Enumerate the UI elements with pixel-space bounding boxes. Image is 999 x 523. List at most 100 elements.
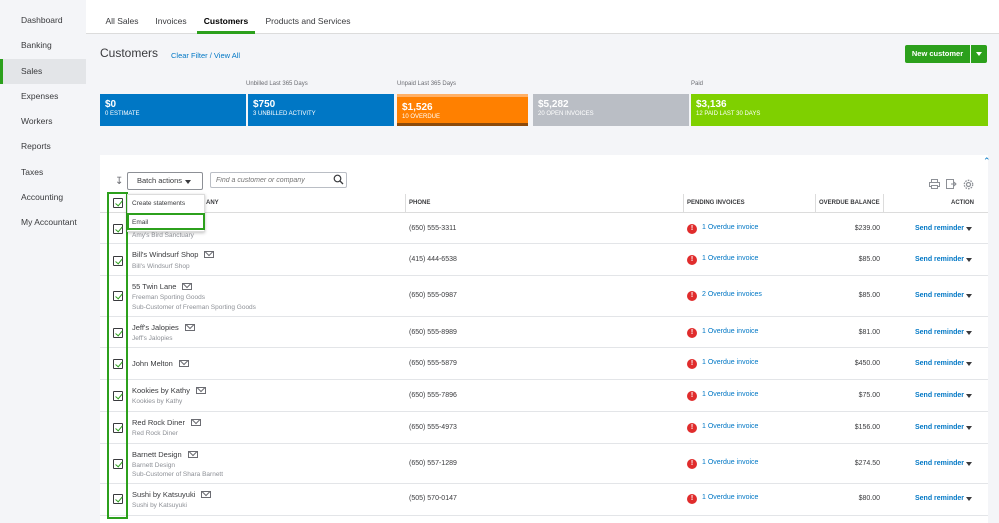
sidebar-item-expenses[interactable]: Expenses <box>0 84 86 109</box>
email-icon[interactable] <box>178 359 189 367</box>
column-header-customer-company[interactable]: ANY <box>206 200 219 206</box>
sidebar-item-sales[interactable]: Sales <box>0 58 86 84</box>
overdue-invoice-link[interactable]: 1 Overdue invoice <box>702 255 758 262</box>
caret-down-icon[interactable] <box>966 227 972 231</box>
money-bar-unbilled[interactable]: $750 3 UNBILLED ACTIVITY <box>248 94 394 126</box>
checkbox-column-highlight <box>107 192 128 519</box>
table-row[interactable]: Barnett Design Barnett Design Sub-Custom… <box>100 444 988 484</box>
table-header: ANY PHONE PENDING INVOICES OVERDUE BALAN… <box>100 194 988 213</box>
sidebar-item-workers[interactable]: Workers <box>0 109 86 134</box>
caret-down-icon[interactable] <box>966 394 972 398</box>
email-icon[interactable] <box>182 282 193 290</box>
overdue-balance: $450.00 <box>854 360 880 367</box>
overdue-invoice-link[interactable]: 1 Overdue invoice <box>702 494 758 501</box>
sidebar-item-reports[interactable]: Reports <box>0 134 86 159</box>
email-icon[interactable] <box>187 450 198 458</box>
phone-number: (650) 555-8989 <box>409 329 457 336</box>
batch-actions-button[interactable]: Batch actions <box>127 172 203 190</box>
tab-products-services[interactable]: Products and Services <box>258 0 358 34</box>
column-header-phone[interactable]: PHONE <box>409 200 430 206</box>
overdue-invoice-link[interactable]: 1 Overdue invoice <box>702 423 758 430</box>
column-divider <box>815 194 816 213</box>
caret-down-icon[interactable] <box>966 294 972 298</box>
column-header-overdue-balance[interactable]: OVERDUE BALANCE <box>819 200 880 206</box>
search-icon[interactable] <box>333 174 344 185</box>
new-customer-dropdown-button[interactable] <box>971 45 987 63</box>
send-reminder-button[interactable]: Send reminder <box>915 292 964 299</box>
send-reminder-button[interactable]: Send reminder <box>915 424 964 431</box>
table-row[interactable]: Jeff's Jalopies Jeff's Jalopies (650) 55… <box>100 317 988 348</box>
money-bar-open-invoices[interactable]: $5,282 20 OPEN INVOICES <box>533 94 689 126</box>
sort-arrow-icon[interactable]: ↧ <box>115 176 123 187</box>
email-icon[interactable] <box>204 250 215 258</box>
overdue-invoice-link[interactable]: 2 Overdue invoices <box>702 291 762 298</box>
menu-item-create-statements[interactable]: Create statements <box>132 200 185 207</box>
sidebar-item-taxes[interactable]: Taxes <box>0 160 86 185</box>
phone-number: (415) 444-6538 <box>409 256 457 263</box>
caret-down-icon[interactable] <box>966 462 972 466</box>
unbilled-activity-label: 3 UNBILLED ACTIVITY <box>253 111 316 117</box>
table-row[interactable]: Kookies by Kathy Kookies by Kathy (650) … <box>100 380 988 412</box>
customer-name: Sushi by Katsuyuki <box>132 490 212 499</box>
sidebar-item-accounting[interactable]: Accounting <box>0 185 86 210</box>
tab-invoices[interactable]: Invoices <box>148 0 194 34</box>
table-row[interactable]: Sushi by Katsuyuki Sushi by Katsuyuki (5… <box>100 484 988 516</box>
tab-all-sales[interactable]: All Sales <box>100 0 144 34</box>
paid-label: Paid <box>691 81 704 87</box>
clear-filter-link[interactable]: Clear Filter / View All <box>171 51 240 60</box>
email-icon[interactable] <box>195 386 206 394</box>
email-icon[interactable] <box>184 323 195 331</box>
overdue-balance: $85.00 <box>858 256 880 263</box>
email-icon[interactable] <box>190 418 201 426</box>
phone-number: (650) 555-5879 <box>409 360 457 367</box>
estimate-label: 0 ESTIMATE <box>105 111 140 117</box>
column-divider <box>405 194 406 213</box>
overdue-invoice-link[interactable]: 1 Overdue invoice <box>702 328 758 335</box>
table-row[interactable]: 55 Twin Lane Freeman Sporting Goods Sub-… <box>100 276 988 317</box>
overdue-invoice-link[interactable]: 1 Overdue invoice <box>702 391 758 398</box>
send-reminder-button[interactable]: Send reminder <box>915 225 964 232</box>
table-row[interactable]: Red Rock Diner Red Rock Diner (650) 555-… <box>100 412 988 444</box>
sidebar-item-dashboard[interactable]: Dashboard <box>0 8 86 33</box>
company-name: Barnett Design <box>132 462 175 469</box>
money-bar-paid[interactable]: $3,136 12 PAID LAST 30 DAYS <box>691 94 988 126</box>
sidebar-item-banking[interactable]: Banking <box>0 33 86 58</box>
email-icon[interactable] <box>201 490 212 498</box>
send-reminder-button[interactable]: Send reminder <box>915 360 964 367</box>
tab-customers[interactable]: Customers <box>197 0 255 34</box>
customer-name: John Melton <box>132 359 189 368</box>
column-divider <box>883 194 884 213</box>
table-row[interactable]: Amy's Bird Sanctuary (650) 555-3311 ! 1 … <box>100 213 988 244</box>
send-reminder-button[interactable]: Send reminder <box>915 392 964 399</box>
overdue-invoice-link[interactable]: 1 Overdue invoice <box>702 359 758 366</box>
gear-icon[interactable] <box>963 179 974 190</box>
table-row[interactable]: Bill's Windsurf Shop Bill's Windsurf Sho… <box>100 244 988 276</box>
send-reminder-button[interactable]: Send reminder <box>915 495 964 502</box>
chevron-up-icon[interactable]: ⌃ <box>983 156 991 167</box>
print-icon[interactable] <box>929 179 940 189</box>
new-customer-button[interactable]: New customer <box>905 45 970 63</box>
send-reminder-button[interactable]: Send reminder <box>915 460 964 467</box>
sub-customer-note: Sub-Customer of Shara Barnett <box>132 471 224 478</box>
company-name: Red Rock Diner <box>132 430 178 437</box>
column-header-pending-invoices[interactable]: PENDING INVOICES <box>687 200 745 206</box>
sidebar-item-my-accountant[interactable]: My Accountant <box>0 210 86 235</box>
money-bar-overdue[interactable]: $1,526 10 OVERDUE <box>397 94 528 126</box>
alert-icon: ! <box>687 255 697 265</box>
caret-down-icon[interactable] <box>966 362 972 366</box>
overdue-invoice-link[interactable]: 1 Overdue invoice <box>702 459 758 466</box>
caret-down-icon[interactable] <box>966 331 972 335</box>
caret-down-icon[interactable] <box>966 497 972 501</box>
send-reminder-button[interactable]: Send reminder <box>915 329 964 336</box>
caret-down-icon[interactable] <box>966 426 972 430</box>
phone-number: (650) 557-1289 <box>409 460 457 467</box>
send-reminder-button[interactable]: Send reminder <box>915 256 964 263</box>
alert-icon: ! <box>687 423 697 433</box>
open-invoices-label: 20 OPEN INVOICES <box>538 111 594 117</box>
money-bar-estimate[interactable]: $0 0 ESTIMATE <box>100 94 246 126</box>
overdue-invoice-link[interactable]: 1 Overdue invoice <box>702 224 758 231</box>
caret-down-icon[interactable] <box>966 258 972 262</box>
table-row[interactable]: John Melton (650) 555-5879 ! 1 Overdue i… <box>100 348 988 380</box>
export-icon[interactable] <box>946 179 957 189</box>
search-input[interactable] <box>210 172 347 188</box>
